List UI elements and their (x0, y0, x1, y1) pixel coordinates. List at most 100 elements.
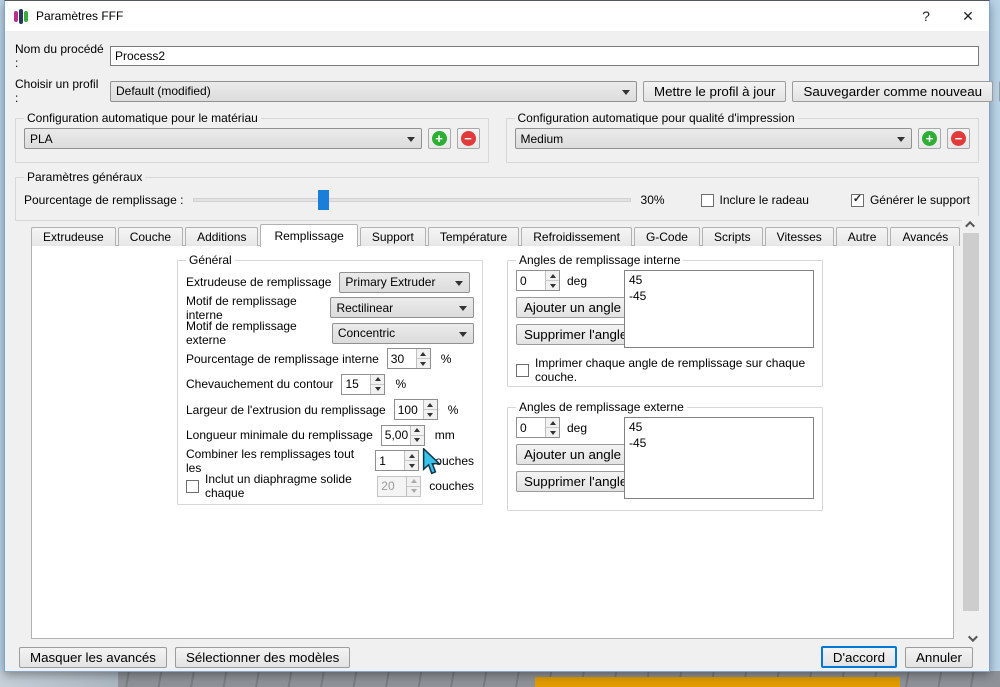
internal-angle-spinbox[interactable]: 0 (516, 270, 560, 291)
process-name-input[interactable]: Process2 (110, 46, 979, 66)
spin-arrows-icon[interactable] (404, 451, 419, 470)
tab-vitesses[interactable]: Vitesses (764, 227, 834, 246)
diaphragm-value: 20 (381, 479, 395, 493)
infill-slider[interactable] (193, 190, 631, 210)
tab-autre[interactable]: Autre (835, 227, 889, 246)
settings-tab-bar: Extrudeuse Couche Additions Remplissage … (31, 224, 961, 247)
external-remove-angle-button[interactable]: Supprimer l'angle (516, 471, 636, 492)
combine-infill-value: 1 (379, 453, 386, 468)
outline-overlap-spinbox[interactable]: 15 (341, 373, 386, 395)
external-angles-list[interactable]: 45 -45 (624, 417, 814, 499)
slider-handle[interactable] (318, 190, 329, 210)
outline-overlap-label: Chevauchement du contour (186, 377, 334, 391)
list-item[interactable]: 45 (629, 419, 809, 435)
infill-extruder-label: Extrudeuse de remplissage (186, 275, 332, 289)
include-raft-checkbox[interactable] (700, 193, 714, 207)
list-item[interactable]: 45 (629, 272, 809, 288)
dropdown-arrow-icon (897, 137, 905, 142)
spin-arrows-icon[interactable] (409, 425, 424, 445)
simplify3d-logo-icon (14, 8, 28, 24)
vertical-scrollbar[interactable] (962, 216, 980, 646)
minus-icon: − (951, 131, 966, 146)
fill-general-group: Général Extrudeuse de remplissage Primar… (177, 253, 483, 505)
fff-settings-dialog: Paramètres FFF ? ✕ Nom du procédé : Proc… (4, 0, 1000, 672)
tab-refroidissement[interactable]: Refroidissement (521, 227, 632, 246)
save-as-new-button[interactable]: Sauvegarder comme nouveau (792, 80, 994, 102)
remove-material-button[interactable]: − (456, 128, 480, 149)
min-length-label: Longueur minimale du remplissage (186, 428, 373, 442)
tab-support[interactable]: Support (359, 227, 426, 246)
scroll-down-button[interactable] (962, 630, 980, 646)
remove-quality-button[interactable]: − (947, 128, 970, 149)
infill-percentage-label: Pourcentage de remplissage : (24, 193, 184, 207)
spin-arrows-icon[interactable] (370, 374, 385, 394)
internal-angles-list[interactable]: 45 -45 (624, 270, 814, 348)
add-material-button[interactable]: + (427, 128, 451, 149)
spin-arrows-icon[interactable] (545, 271, 559, 290)
profile-select[interactable]: Default (modified) (110, 80, 637, 102)
tab-scripts[interactable]: Scripts (701, 227, 763, 246)
fill-general-title: Général (186, 253, 235, 267)
remplissage-tab-pane: Général Extrudeuse de remplissage Primar… (31, 245, 954, 639)
update-profile-button[interactable]: Mettre le profil à jour (643, 80, 787, 102)
tab-temperature[interactable]: Température (427, 227, 520, 246)
list-item[interactable]: -45 (629, 435, 809, 451)
diaphragm-checkbox[interactable] (186, 479, 199, 493)
internal-pattern-select[interactable]: Rectilinear (330, 297, 474, 318)
internal-pattern-label: Motif de remplissage interne (186, 293, 297, 322)
spin-arrows-icon[interactable] (545, 418, 559, 437)
chevron-down-icon (967, 631, 978, 642)
extrusion-width-label: Largeur de l'extrusion du remplissage (186, 402, 386, 417)
profile-value: Default (modified) (116, 84, 211, 98)
spin-arrows-icon[interactable] (415, 349, 430, 368)
external-angle-spinbox[interactable]: 0 (516, 417, 560, 438)
diaphragm-spinbox: 20 (377, 475, 422, 497)
infill-extruder-select[interactable]: Primary Extruder (339, 271, 471, 293)
internal-angles-title: Angles de remplissage interne (516, 253, 684, 267)
min-length-spinbox[interactable]: 5,00 (380, 424, 425, 446)
tab-avances[interactable]: Avancés (890, 227, 961, 246)
tab-extrudeuse[interactable]: Extrudeuse (31, 227, 116, 246)
select-models-button[interactable]: Sélectionner des modèles (174, 646, 351, 668)
window-title: Paramètres FFF (36, 9, 124, 23)
help-button[interactable]: ? (905, 1, 947, 31)
material-value: PLA (30, 131, 53, 146)
internal-remove-angle-button[interactable]: Supprimer l'angle (516, 324, 636, 345)
internal-percent-unit: % (440, 351, 452, 366)
slider-track[interactable] (193, 198, 631, 202)
material-select[interactable]: PLA (24, 128, 422, 149)
title-bar[interactable]: Paramètres FFF ? ✕ (5, 1, 989, 31)
process-name-value: Process2 (115, 49, 166, 63)
per-layer-angle-checkbox[interactable] (516, 363, 529, 377)
add-quality-button[interactable]: + (918, 128, 941, 149)
tab-additions[interactable]: Additions (185, 227, 259, 246)
close-button[interactable]: ✕ (947, 1, 989, 31)
extrusion-width-spinbox[interactable]: 100 (393, 399, 438, 420)
generate-support-checkbox[interactable] (850, 193, 864, 207)
cancel-button[interactable]: Annuler (905, 646, 973, 668)
internal-angle-value: 0 (520, 273, 527, 288)
outline-overlap-value: 15 (345, 377, 359, 391)
process-name-label: Nom du procédé : (15, 42, 104, 70)
outline-overlap-unit: % (395, 377, 407, 391)
ok-button[interactable]: D'accord (820, 646, 898, 668)
internal-pattern-value: Rectilinear (336, 300, 394, 315)
internal-add-angle-button[interactable]: Ajouter un angle (516, 297, 630, 318)
scrollbar-thumb[interactable] (963, 233, 979, 611)
external-pattern-select[interactable]: Concentric (331, 322, 474, 344)
external-add-angle-button[interactable]: Ajouter un angle (516, 444, 630, 465)
combine-infill-spinbox[interactable]: 1 (375, 450, 420, 471)
tab-couche[interactable]: Couche (117, 227, 184, 246)
scroll-up-button[interactable] (962, 216, 980, 232)
spin-arrows-icon[interactable] (422, 400, 437, 419)
external-angle-value: 0 (520, 420, 527, 435)
list-item[interactable]: -45 (629, 288, 809, 304)
hide-advanced-button[interactable]: Masquer les avancés (19, 646, 167, 668)
external-angle-unit: deg (567, 420, 588, 435)
tab-gcode[interactable]: G-Code (633, 227, 700, 246)
general-settings-group: Paramètres généraux Pourcentage de rempl… (15, 170, 979, 221)
tab-remplissage[interactable]: Remplissage (260, 224, 358, 247)
internal-percent-spinbox[interactable]: 30 (386, 348, 431, 369)
profile-label: Choisir un profil : (15, 77, 99, 105)
quality-select[interactable]: Medium (514, 128, 912, 149)
